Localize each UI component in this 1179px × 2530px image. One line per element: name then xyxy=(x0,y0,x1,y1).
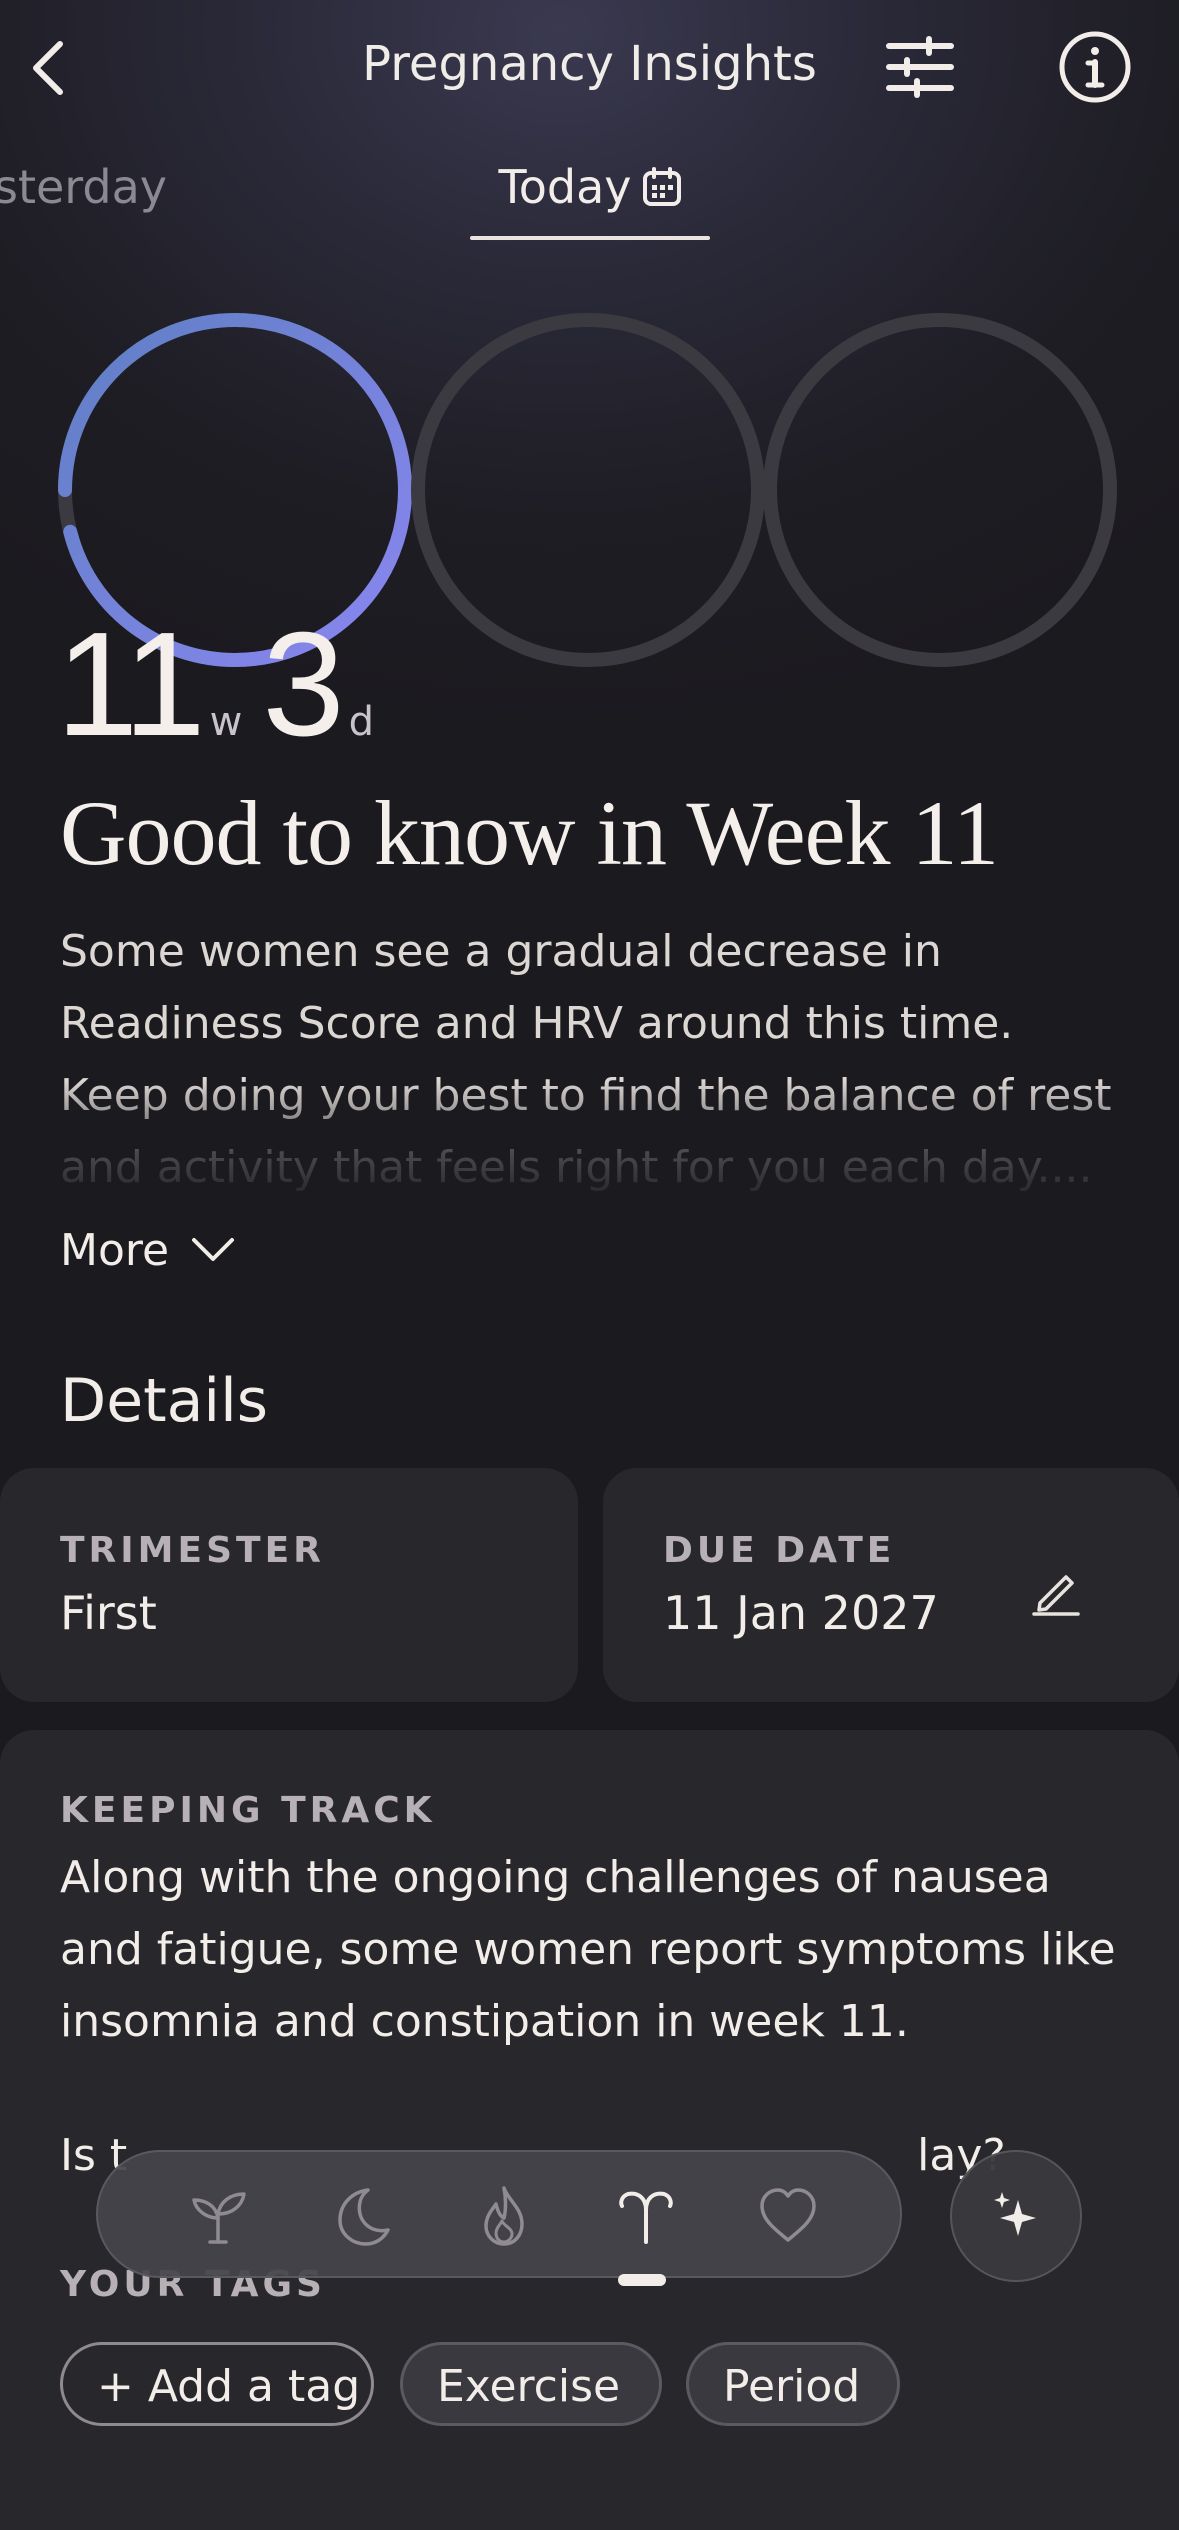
nav-sleep[interactable] xyxy=(320,2174,404,2258)
info-button[interactable] xyxy=(1055,30,1135,104)
chevron-down-icon xyxy=(192,1238,235,1261)
tab-today[interactable]: Today xyxy=(470,160,710,240)
nav-pregnancy[interactable] xyxy=(604,2174,688,2258)
keeping-track-label: KEEPING TRACK xyxy=(60,1790,436,1831)
trimester-ring-track-2 xyxy=(411,313,765,667)
days-unit: d xyxy=(348,699,375,745)
info-icon xyxy=(1059,31,1131,103)
moon-icon xyxy=(338,2188,390,2246)
edit-due-date-button[interactable] xyxy=(1021,1556,1091,1626)
page-title: Pregnancy Insights xyxy=(362,36,817,92)
filter-button[interactable] xyxy=(880,30,960,104)
trimester-card: TRIMESTER First xyxy=(0,1468,578,1702)
sliders-icon xyxy=(886,36,954,98)
top-bar: Pregnancy Insights xyxy=(0,0,1179,140)
nav-sprout[interactable] xyxy=(178,2174,262,2258)
weeks-value: 11 xyxy=(56,602,206,767)
tab-today-label: Today xyxy=(498,160,632,214)
keeping-track-card: KEEPING TRACK Along with the ongoing cha… xyxy=(0,1730,1179,2530)
pregnancy-icon xyxy=(619,2191,673,2244)
trimester-value: First xyxy=(60,1586,157,1640)
sparkle-icon xyxy=(994,2192,1036,2236)
days-value: 3 xyxy=(262,602,344,767)
details-heading: Details xyxy=(60,1366,269,1436)
pencil-icon xyxy=(1032,1575,1080,1616)
keeping-track-body: Along with the ongoing challenges of nau… xyxy=(60,1852,1116,2047)
flame-icon xyxy=(484,2186,524,2246)
tab-yesterday[interactable]: sterday xyxy=(0,160,167,214)
sprout-icon xyxy=(192,2192,246,2244)
due-date-card: DUE DATE 11 Jan 2027 xyxy=(603,1468,1179,1702)
day-tabs: sterday Today xyxy=(0,150,1179,250)
heart-icon xyxy=(760,2188,816,2242)
add-tag-button[interactable]: + Add a tag xyxy=(60,2342,374,2426)
tab-underline xyxy=(470,236,710,240)
insight-title: Good to know in Week 11 xyxy=(60,782,999,884)
tag-period[interactable]: Period xyxy=(686,2342,900,2426)
more-button[interactable]: More xyxy=(60,1220,235,1280)
advisor-button[interactable] xyxy=(950,2150,1082,2282)
insight-fade xyxy=(0,1080,1179,1200)
calendar-icon xyxy=(642,164,682,218)
bottom-nav xyxy=(96,2150,902,2278)
nav-heart[interactable] xyxy=(746,2174,830,2258)
tag-exercise[interactable]: Exercise xyxy=(400,2342,662,2426)
week-day-count: 11 w 3 d xyxy=(56,600,394,767)
more-label: More xyxy=(60,1224,170,1276)
due-date-value: 11 Jan 2027 xyxy=(663,1586,939,1640)
trimester-label: TRIMESTER xyxy=(60,1530,325,1571)
nav-activity[interactable] xyxy=(462,2174,546,2258)
weeks-unit: w xyxy=(209,699,243,745)
active-tab-indicator xyxy=(618,2274,666,2286)
due-date-label: DUE DATE xyxy=(663,1530,896,1571)
trimester-ring-track-3 xyxy=(763,313,1117,667)
